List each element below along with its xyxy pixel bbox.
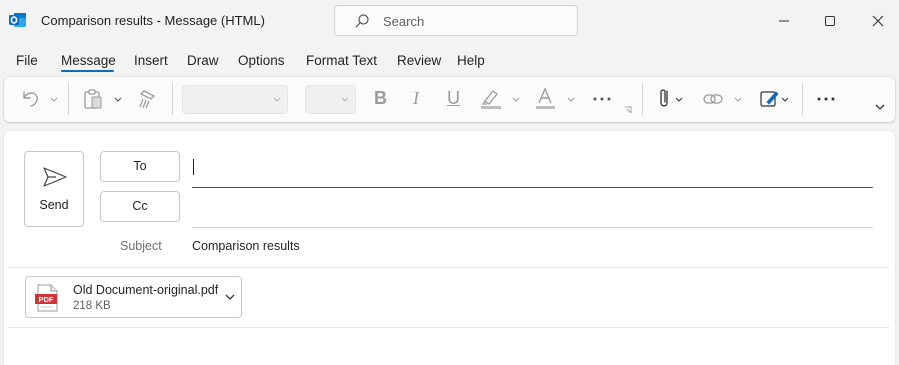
- font-name-select[interactable]: [182, 85, 288, 114]
- signature-button[interactable]: [759, 86, 791, 112]
- subject-label: Subject: [120, 239, 162, 253]
- highlight-button[interactable]: [479, 86, 523, 112]
- link-button[interactable]: [702, 86, 746, 112]
- signature-icon: [760, 91, 789, 107]
- italic-button[interactable]: I: [413, 88, 419, 109]
- undo-icon: [23, 91, 58, 107]
- attachment-card[interactable]: PDF Old Document-original.pdf 218 KB: [25, 276, 242, 318]
- search-input[interactable]: Search: [334, 5, 578, 36]
- search-placeholder: Search: [383, 14, 425, 29]
- highlight-icon: [481, 90, 520, 109]
- dialog-launcher[interactable]: [624, 106, 632, 114]
- close-icon: [872, 15, 884, 27]
- attachment-size: 218 KB: [73, 300, 111, 312]
- format-painter-icon: [139, 90, 156, 109]
- ribbon-separator: [802, 83, 803, 115]
- chevron-down-icon: [341, 97, 349, 102]
- to-field-underline: [192, 187, 873, 188]
- more-icon: [593, 97, 611, 101]
- title-bar: Comparison results - Message (HTML) Sear…: [0, 0, 899, 42]
- window-title: Comparison results - Message (HTML): [41, 13, 265, 28]
- underline-button[interactable]: U: [447, 88, 460, 109]
- ribbon-toolbar: B I U: [4, 77, 895, 122]
- chevron-down-icon[interactable]: [224, 293, 236, 302]
- attachment-name: Old Document-original.pdf: [73, 283, 219, 297]
- pdf-badge-text: PDF: [39, 295, 54, 304]
- ribbon-tabs: File Message Insert Draw Options Format …: [0, 48, 899, 74]
- outlook-icon: [9, 11, 27, 29]
- maximize-icon: [825, 16, 835, 26]
- send-icon: [43, 167, 67, 187]
- minimize-button[interactable]: [771, 8, 797, 34]
- attachment-divider: [8, 327, 889, 328]
- active-tab-indicator: [61, 70, 114, 72]
- close-button[interactable]: [865, 8, 891, 34]
- pdf-file-icon: PDF: [35, 284, 58, 312]
- send-label: Send: [39, 198, 69, 212]
- minimize-icon: [779, 20, 789, 22]
- to-field[interactable]: [192, 151, 873, 187]
- link-icon: [703, 94, 742, 104]
- chevron-down-icon: [273, 97, 281, 102]
- cc-button[interactable]: Cc: [100, 191, 180, 222]
- expand-ribbon-icon: [875, 104, 885, 110]
- tab-message[interactable]: Message: [61, 53, 116, 68]
- tab-options[interactable]: Options: [238, 53, 285, 68]
- tab-draw[interactable]: Draw: [187, 53, 219, 68]
- message-body[interactable]: [8, 329, 889, 365]
- to-button[interactable]: To: [100, 151, 180, 182]
- font-size-select[interactable]: [305, 85, 356, 114]
- font-color-icon: [536, 87, 575, 109]
- tab-format-text[interactable]: Format Text: [306, 53, 377, 68]
- attach-file-icon: [660, 89, 683, 107]
- more-formatting-button[interactable]: [592, 86, 614, 112]
- cc-field-underline: [192, 227, 873, 228]
- ribbon-separator: [642, 83, 643, 115]
- dialog-launcher-icon: [625, 106, 632, 114]
- cc-field[interactable]: [192, 193, 873, 227]
- bold-button[interactable]: B: [374, 88, 387, 109]
- text-caret: [193, 159, 194, 175]
- tab-review[interactable]: Review: [397, 53, 441, 68]
- paste-button[interactable]: [82, 86, 124, 112]
- format-painter-button[interactable]: [136, 86, 160, 112]
- paste-icon: [84, 89, 122, 109]
- compose-pane: Send To Cc Subject Comparison results PD…: [4, 131, 895, 365]
- send-button[interactable]: Send: [24, 151, 84, 227]
- header-divider: [8, 267, 889, 268]
- more-commands-icon: [817, 97, 835, 101]
- undo-button[interactable]: [18, 86, 58, 112]
- ribbon-separator: [68, 83, 69, 115]
- font-color-button[interactable]: [534, 86, 578, 112]
- tab-file[interactable]: File: [16, 53, 38, 68]
- ribbon-separator: [172, 83, 173, 115]
- search-icon: [355, 14, 369, 28]
- attach-file-button[interactable]: [655, 86, 685, 112]
- subject-input[interactable]: Comparison results: [192, 239, 300, 253]
- maximize-button[interactable]: [817, 8, 843, 34]
- tab-help[interactable]: Help: [457, 53, 485, 68]
- expand-ribbon-button[interactable]: [874, 103, 886, 113]
- more-commands-button[interactable]: [816, 86, 838, 112]
- tab-insert[interactable]: Insert: [134, 53, 168, 68]
